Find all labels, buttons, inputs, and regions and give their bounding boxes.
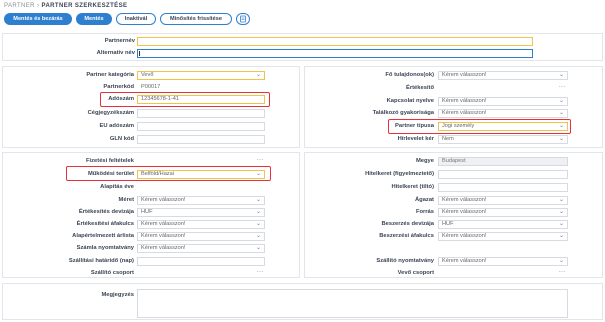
sales-vat-select[interactable]: Kérem válasszon! ⌄ [137, 220, 265, 229]
chevron-down-icon: ⌄ [558, 233, 564, 239]
eu-tax-input[interactable] [137, 122, 265, 131]
company-reg-label: Cégjegyzékszám [87, 110, 134, 116]
purchase-currency-select[interactable]: HUF ⌄ [438, 220, 568, 229]
notes-textarea[interactable] [137, 289, 568, 318]
purchase-vat-label: Beszerzési áfakulcs [379, 233, 434, 239]
chevron-down-icon: ⌄ [558, 258, 564, 264]
save-and-close-button[interactable]: Mentés és bezárás [4, 13, 72, 25]
sales-currency-label: Értékesítés devizája [78, 209, 134, 215]
newsletter-label: Hírlevelet kér [397, 136, 434, 142]
company-reg-input[interactable] [137, 109, 265, 118]
breadcrumb-parent[interactable]: PARTNER [4, 3, 35, 9]
partner-category-select[interactable]: Vevő ⌄ [137, 71, 265, 80]
credit-warning-label: Hitelkeret (figyelmeztető) [365, 171, 434, 177]
chevron-down-icon: ⌄ [558, 136, 564, 142]
sales-currency-select[interactable]: HUF ⌄ [137, 208, 265, 217]
price-list-select[interactable]: Kérem válasszon! ⌄ [137, 232, 265, 241]
chevron-down-icon: ⌄ [558, 197, 564, 203]
breadcrumb: PARTNER › PARTNER SZERKESZTÉSE [4, 3, 127, 9]
owner-select[interactable]: Kérem válasszon! ⌄ [438, 71, 568, 80]
source-label: Forrás [415, 209, 434, 215]
payment-terms-picker[interactable]: ... [257, 156, 264, 162]
industry-label: Ágazat [414, 197, 434, 203]
delivery-form-label: Szállító nyomtatvány [376, 258, 434, 264]
purchase-currency-label: Beszerzés devizája [381, 221, 434, 227]
alt-name-label: Alternatív név [96, 50, 135, 56]
credit-block-input[interactable] [438, 183, 568, 192]
size-select[interactable]: Kérem válasszon! ⌄ [137, 196, 265, 205]
chevron-down-icon: ⌄ [558, 98, 564, 104]
partner-category-label: Partner kategória [86, 72, 134, 78]
breadcrumb-separator: › [37, 3, 40, 9]
customer-group-label: Vevő csoport [397, 270, 434, 276]
chevron-down-icon: ⌄ [255, 72, 261, 78]
county-label: Megye [415, 158, 434, 164]
chevron-down-icon: ⌄ [255, 197, 261, 203]
alt-name-input[interactable] [137, 49, 533, 58]
invoice-form-label: Számla nyomtatvány [76, 245, 134, 251]
inactivate-button[interactable]: Inaktivál [116, 13, 156, 25]
credit-warning-input[interactable] [438, 170, 568, 179]
partner-code-label: Partnerkód [103, 84, 134, 90]
payment-terms-label: Fizetési feltételek [85, 158, 134, 164]
chevron-down-icon: ⌄ [558, 110, 564, 116]
county-value: Budapest [438, 157, 568, 166]
language-label: Kapcsolat nyelve [386, 98, 434, 104]
chevron-down-icon: ⌄ [558, 72, 564, 78]
refresh-rating-button[interactable]: Minősítés frissítése [160, 13, 232, 25]
owner-label: Fő tulajdonos(ok) [385, 72, 434, 78]
gln-label: GLN kód [109, 136, 134, 142]
gln-input[interactable] [137, 135, 265, 144]
partner-name-label: Partnernév [104, 38, 135, 44]
salesperson-label: Értékesítő [405, 85, 434, 91]
chevron-down-icon: ⌄ [558, 209, 564, 215]
chevron-down-icon: ⌄ [558, 221, 564, 227]
save-button[interactable]: Mentés [76, 13, 112, 25]
copy-button[interactable] [236, 13, 250, 25]
chevron-down-icon: ⌄ [255, 233, 261, 239]
size-label: Méret [118, 197, 134, 203]
tax-number-highlight [100, 92, 270, 107]
source-select[interactable]: Kérem válasszon! ⌄ [438, 208, 568, 217]
newsletter-select[interactable]: Nem ⌄ [438, 135, 568, 144]
notes-label: Megjegyzés [101, 292, 134, 298]
delivery-days-label: Szállítási határidő (nap) [68, 258, 134, 264]
delivery-days-input[interactable] [137, 257, 265, 266]
meeting-frequency-select[interactable]: Kérem válasszon! ⌄ [438, 109, 568, 118]
purchase-vat-select[interactable]: Kérem válasszon! ⌄ [438, 232, 568, 241]
meeting-frequency-label: Találkozó gyakorisága [372, 110, 434, 116]
partner-name-input[interactable] [137, 37, 533, 46]
price-list-label: Alapértelmezett árlista [72, 233, 134, 239]
text-cursor [139, 51, 140, 56]
carrier-group-label: Szállító csoport [90, 270, 134, 276]
partner-type-highlight [388, 119, 571, 134]
credit-block-label: Hitelkeret (tiltó) [391, 184, 434, 190]
partner-code-value: P00017 [137, 83, 265, 92]
eu-tax-label: EU adószám [99, 123, 134, 129]
founded-year-label: Alapítás éve [100, 184, 134, 190]
copy-icon [240, 15, 246, 23]
carrier-group-picker[interactable]: ... [257, 268, 264, 274]
operating-area-highlight [66, 166, 271, 181]
chevron-down-icon: ⌄ [255, 245, 261, 251]
founded-year-input[interactable] [137, 183, 265, 192]
chevron-down-icon: ⌄ [255, 221, 261, 227]
salesperson-picker[interactable]: ... [559, 83, 566, 89]
language-select[interactable]: Kérem válasszon! ⌄ [438, 97, 568, 106]
customer-group-picker[interactable]: ... [559, 268, 566, 274]
invoice-form-select[interactable]: Kérem válasszon! ⌄ [137, 244, 265, 253]
page-title: PARTNER SZERKESZTÉSE [41, 3, 128, 9]
delivery-form-select[interactable]: Kérem válasszon! ⌄ [438, 257, 568, 266]
sales-vat-label: Értékesítési áfakulcs [76, 221, 134, 227]
chevron-down-icon: ⌄ [255, 209, 261, 215]
industry-select[interactable]: Kérem válasszon! ⌄ [438, 196, 568, 205]
